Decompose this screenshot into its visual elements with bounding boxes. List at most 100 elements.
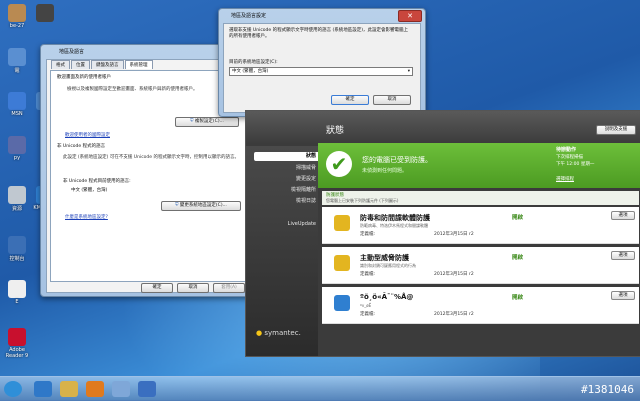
component-status: 開啟	[512, 215, 524, 221]
tab-keyboards[interactable]: 鍵盤及語言	[91, 60, 124, 69]
region-cancel-button[interactable]: 取消	[177, 283, 209, 293]
locale-dialog: 地區及語言設定 ✕ 選取非支援 Unicode 的程式顯示文字時使用的語言 (系…	[218, 8, 426, 117]
welcome-group-label: 歡迎畫面及新的使用者帳戶	[57, 75, 111, 80]
app-icon	[8, 136, 26, 154]
desktop-icon[interactable]	[30, 4, 60, 23]
symantec-window: 狀態 說明及支援 狀態 掃描威脅 變更設定 檢視隔離所 檢視日誌 LiveUpd…	[245, 110, 640, 357]
close-icon[interactable]: ✕	[398, 10, 422, 22]
status-banner: ✔ 您的電腦已受到防護。 未偵測到任何問題。 待辦動作 下次排程掃描 下午 12…	[318, 143, 640, 188]
definitions-label: 定義檔:	[360, 312, 376, 317]
next-scan-time: 下午 12:00 星期一	[556, 162, 595, 167]
symantec-logo-icon: ●	[256, 329, 263, 337]
nav-liveupdate[interactable]: LiveUpdate	[254, 220, 320, 229]
desktop-icon[interactable]: MSN	[2, 92, 32, 117]
desktop-icon-label: 資源	[11, 206, 22, 212]
network-icon[interactable]	[138, 381, 156, 397]
change-locale-label: 變更系統地區設定(C)...	[179, 203, 227, 208]
desktop-icon-label: py	[13, 155, 21, 161]
chevron-down-icon: ▾	[407, 69, 410, 74]
help-support-button[interactable]: 說明及支援	[596, 125, 636, 135]
start-icon[interactable]	[4, 381, 22, 397]
definitions-label: 定義檔:	[360, 272, 376, 277]
symantec-header	[246, 111, 640, 143]
app-icon	[8, 186, 26, 204]
shield-icon: ⛨	[190, 119, 194, 124]
todo-title: 待辦動作	[556, 147, 577, 153]
shield-icon: ⛨	[175, 203, 179, 208]
copy-settings-label: 複製設定(C)...	[194, 119, 224, 124]
ie-icon[interactable]	[34, 381, 52, 397]
dialog-text: 選取非支援 Unicode 的程式顯示文字時使用的語言 (系統地區設定)，此設定…	[229, 28, 409, 39]
component-options-button[interactable]: 選項	[611, 251, 635, 260]
app-icon	[8, 280, 26, 298]
tab-administrative[interactable]: 系統管理	[124, 60, 153, 69]
component-shield-icon	[334, 255, 350, 271]
app-icon	[36, 4, 54, 22]
component-options-button[interactable]: 選項	[611, 211, 635, 220]
component-row: 防毒和防間諜軟體防護 防範病毒、特洛伊木馬程式和間諜軟體 定義檔: 2012年3月15…	[322, 207, 639, 244]
welcome-text: 檢視以及複製國際設定至歡迎畫面、系統帳戶與新的使用者帳戶。	[67, 87, 198, 92]
symantec-nav: 狀態 掃描威脅 變更設定 檢視隔離所 檢視日誌 LiveUpdate	[246, 146, 320, 356]
region-title: 地區及語言	[59, 49, 85, 55]
app-icon[interactable]	[112, 381, 130, 397]
nav-scan[interactable]: 掃描威脅	[254, 164, 320, 173]
system-locale-help-link[interactable]: 什麼是系統地區設定?	[65, 214, 108, 220]
schedule-link[interactable]: 選擇排程	[556, 176, 574, 182]
copy-settings-button[interactable]: ⛨ 複製設定(C)...	[175, 117, 239, 127]
desktop-icon-label: be-27	[9, 23, 25, 29]
component-row: ºõ¸ö«Ã¯¨%Å@ ºv_øÊ 定義檔: 2012年3月15日 r2 開啟 選項	[322, 287, 639, 324]
component-subtitle: ºv_øÊ	[360, 303, 372, 308]
status-title: 您的電腦已受到防護。	[362, 156, 432, 164]
unicode-text: 此設定 (系統地區設定) 可在不支援 Unicode 的程式顯示文字時，控制用以…	[63, 155, 239, 160]
media-icon[interactable]	[86, 381, 104, 397]
desktop-icon[interactable]: 電	[2, 48, 32, 74]
nav-logs[interactable]: 檢視日誌	[254, 197, 320, 206]
desktop-icon[interactable]: Adobe Reader 9	[2, 328, 32, 359]
welcome-settings-link[interactable]: 歡迎使用者的國際設定	[65, 132, 110, 138]
desktop-icon-label: 控制台	[9, 256, 25, 262]
component-options-button[interactable]: 選項	[611, 291, 635, 300]
app-icon	[8, 236, 26, 254]
component-title: ºõ¸ö«Ã¯¨%Å@	[360, 293, 414, 301]
watermark: #1381046	[581, 383, 634, 396]
component-subtitle: 識別和封鎖可疑應用程式的行為	[360, 263, 416, 268]
definitions-date: 2012年3月15日 r2	[434, 272, 474, 277]
component-subtitle: 防範病毒、特洛伊木馬程式和間諜軟體	[360, 223, 428, 228]
dialog-cancel-button[interactable]: 取消	[373, 95, 411, 105]
dialog-title: 地區及語言設定	[231, 13, 267, 19]
desktop-icon[interactable]: 控制台	[2, 236, 32, 262]
brand-label: symantec.	[264, 329, 301, 337]
dialog-titlebar: 地區及語言設定 ✕	[219, 9, 425, 22]
app-icon	[8, 48, 26, 66]
taskbar: #1381046	[0, 376, 640, 401]
dialog-ok-button[interactable]: 確定	[331, 95, 369, 105]
current-language-value: 中文 (繁體，台灣)	[71, 188, 108, 193]
nav-settings[interactable]: 變更設定	[254, 175, 320, 184]
app-icon	[8, 4, 26, 22]
region-ok-button[interactable]: 確定	[141, 283, 173, 293]
desktop-icon-label: MSN	[11, 111, 23, 117]
check-icon: ✔	[326, 151, 352, 177]
section-title: 狀態	[326, 126, 345, 136]
component-shield-icon	[334, 215, 350, 231]
tab-formats[interactable]: 格式	[51, 60, 70, 69]
app-icon	[8, 92, 26, 110]
desktop-icon[interactable]: 資源	[2, 186, 32, 212]
desktop-icon[interactable]: E	[2, 280, 32, 305]
unicode-group-label: 非 Unicode 程式的語言	[57, 144, 106, 149]
component-title: 防毒和防間諜軟體防護	[360, 214, 430, 222]
system-locale-select[interactable]: 中文 (繁體，台灣) ▾	[229, 67, 413, 76]
desktop-icon[interactable]: py	[2, 136, 32, 161]
nav-quarantine[interactable]: 檢視隔離所	[254, 186, 320, 195]
change-system-locale-button[interactable]: ⛨ 變更系統地區設定(C)...	[161, 201, 241, 211]
tab-location[interactable]: 位置	[71, 60, 90, 69]
desktop-icon[interactable]: be-27	[2, 4, 32, 29]
nav-status[interactable]: 狀態	[254, 152, 320, 161]
component-row: 主動型威脅防護 識別和封鎖可疑應用程式的行為 定義檔: 2012年3月15日 r2 開啟…	[322, 247, 639, 284]
region-apply-button[interactable]: 套用(A)	[213, 283, 245, 293]
status-sub: 未偵測到任何問題。	[362, 168, 408, 174]
component-status: 開啟	[512, 255, 524, 261]
desktop-icon-label: 電	[14, 68, 20, 74]
app-icon	[8, 328, 26, 346]
explorer-icon[interactable]	[60, 381, 78, 397]
